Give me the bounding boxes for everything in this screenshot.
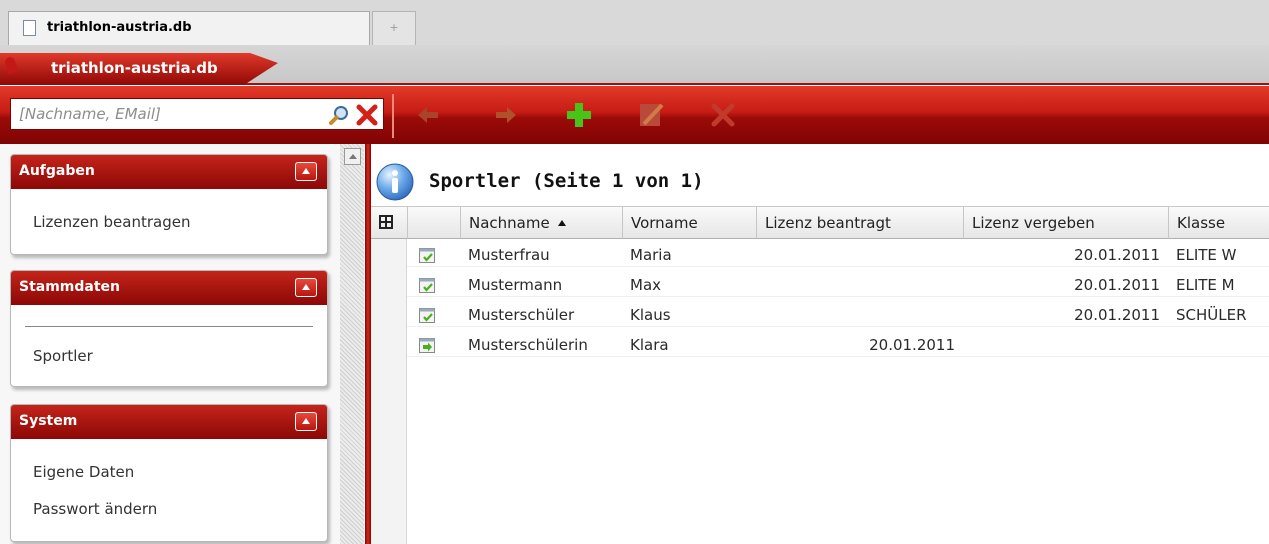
sidebar-item-passwort-aendern[interactable]: Passwort ändern bbox=[33, 500, 157, 518]
cell-lizenz-beantragt bbox=[756, 243, 963, 267]
column-header-vorname[interactable]: Vorname bbox=[622, 207, 756, 239]
cell-vorname: Klara bbox=[630, 336, 669, 354]
panel-stammdaten: Stammdaten Sportler bbox=[10, 270, 328, 387]
panel-header[interactable]: System bbox=[11, 405, 327, 439]
cell-nachname: Mustermann bbox=[468, 276, 563, 294]
back-icon[interactable] bbox=[414, 100, 444, 130]
column-header-nachname[interactable]: Nachname bbox=[460, 207, 622, 239]
new-tab-icon: + bbox=[389, 21, 399, 34]
toolbar bbox=[0, 86, 1269, 144]
table-row[interactable]: Musterschülerin Klara 20.01.2011 bbox=[407, 333, 1269, 357]
app-header: triathlon-austria.db bbox=[0, 45, 1269, 85]
cell-lizenz-vergeben: 20.01.2011 bbox=[1074, 276, 1160, 294]
column-header-label: Lizenz beantragt bbox=[765, 214, 891, 232]
forward-record-icon[interactable] bbox=[419, 338, 435, 353]
panel-header[interactable]: Aufgaben bbox=[11, 155, 327, 189]
new-tab-button[interactable]: + bbox=[372, 11, 416, 45]
edit-icon[interactable] bbox=[636, 100, 666, 130]
document-icon bbox=[23, 20, 36, 36]
app-title-tab[interactable]: triathlon-austria.db bbox=[0, 53, 278, 85]
column-chooser-icon[interactable] bbox=[379, 215, 393, 229]
edit-record-icon[interactable] bbox=[419, 248, 435, 263]
table-row[interactable]: Musterfrau Maria 20.01.2011 ELITE W bbox=[407, 243, 1269, 267]
column-header-label: Vorname bbox=[631, 214, 698, 232]
panel-title: Aufgaben bbox=[19, 163, 95, 179]
table-body: Musterfrau Maria 20.01.2011 ELITE W Must… bbox=[371, 239, 1269, 544]
cell-lizenz-vergeben: 20.01.2011 bbox=[1074, 306, 1160, 324]
column-header-lizenz-beantragt[interactable]: Lizenz beantragt bbox=[756, 207, 963, 239]
cell-vorname: Klaus bbox=[630, 306, 671, 324]
cell-lizenz-beantragt: 20.01.2011 bbox=[869, 336, 955, 354]
column-header-lizenz-vergeben[interactable]: Lizenz vergeben bbox=[963, 207, 1168, 239]
scroll-up-button[interactable] bbox=[344, 148, 361, 165]
cell-klasse: SCHÜLER bbox=[1176, 306, 1247, 324]
sort-ascending-icon bbox=[557, 220, 566, 226]
table-row[interactable]: Musterschüler Klaus 20.01.2011 SCHÜLER bbox=[407, 303, 1269, 327]
search-box bbox=[10, 98, 384, 130]
row-selector-column bbox=[371, 239, 407, 544]
browser-tab-title: triathlon-austria.db bbox=[47, 20, 192, 35]
cell-nachname: Musterschüler bbox=[468, 306, 575, 324]
sidebar-scrollbar[interactable] bbox=[340, 144, 364, 544]
panel-title: Stammdaten bbox=[19, 279, 121, 295]
edit-record-icon[interactable] bbox=[419, 278, 435, 293]
clear-icon[interactable] bbox=[355, 103, 379, 127]
browser-tab[interactable]: triathlon-austria.db bbox=[8, 11, 370, 45]
edit-record-icon[interactable] bbox=[419, 308, 435, 323]
cell-klasse: ELITE M bbox=[1176, 276, 1235, 294]
sidebar-item-lizenzen-beantragen[interactable]: Lizenzen beantragen bbox=[33, 213, 190, 231]
sidebar-item-eigene-daten[interactable]: Eigene Daten bbox=[33, 463, 134, 481]
panel-aufgaben: Aufgaben Lizenzen beantragen bbox=[10, 154, 328, 255]
column-header-label: Lizenz vergeben bbox=[972, 214, 1095, 232]
table-header: Nachname Vorname Lizenz beantragt Lizenz… bbox=[371, 206, 1269, 239]
delete-icon[interactable] bbox=[708, 100, 738, 130]
cell-nachname: Musterschülerin bbox=[468, 336, 588, 354]
search-icon[interactable] bbox=[329, 104, 351, 126]
forward-icon[interactable] bbox=[490, 100, 520, 130]
column-header-label: Nachname bbox=[469, 214, 550, 232]
divider bbox=[25, 326, 313, 327]
cell-lizenz-beantragt bbox=[756, 303, 963, 327]
panel-header[interactable]: Stammdaten bbox=[11, 271, 327, 305]
cell-vorname: Max bbox=[630, 276, 662, 294]
header-icon-column bbox=[407, 207, 460, 239]
column-header-klasse[interactable]: Klasse bbox=[1168, 207, 1269, 239]
cell-lizenz-beantragt bbox=[756, 273, 963, 297]
panel-system: System Eigene Daten Passwort ändern bbox=[10, 404, 328, 542]
column-header-label: Klasse bbox=[1177, 214, 1226, 232]
collapse-icon[interactable] bbox=[295, 412, 317, 431]
info-icon bbox=[376, 163, 414, 201]
cell-klasse bbox=[1168, 333, 1176, 357]
search-input[interactable] bbox=[11, 99, 311, 129]
cell-lizenz-vergeben bbox=[963, 333, 1168, 357]
cell-vorname: Maria bbox=[630, 246, 672, 264]
browser-tabstrip: triathlon-austria.db + bbox=[0, 0, 1269, 45]
add-icon[interactable] bbox=[564, 100, 594, 130]
app-title: triathlon-austria.db bbox=[51, 59, 218, 77]
cell-klasse: ELITE W bbox=[1176, 246, 1237, 264]
cell-lizenz-vergeben: 20.01.2011 bbox=[1074, 246, 1160, 264]
toolbar-separator bbox=[392, 94, 394, 138]
page-title: Sportler (Seite 1 von 1) bbox=[429, 170, 704, 192]
main-content: Sportler (Seite 1 von 1) Nachname Vornam… bbox=[371, 144, 1269, 544]
sidebar-item-sportler[interactable]: Sportler bbox=[33, 347, 93, 365]
cell-nachname: Musterfrau bbox=[468, 246, 550, 264]
collapse-icon[interactable] bbox=[295, 162, 317, 181]
sidebar: Aufgaben Lizenzen beantragen Stammdaten … bbox=[0, 144, 340, 544]
panel-title: System bbox=[19, 413, 78, 429]
table-row[interactable]: Mustermann Max 20.01.2011 ELITE M bbox=[407, 273, 1269, 297]
collapse-icon[interactable] bbox=[295, 278, 317, 297]
